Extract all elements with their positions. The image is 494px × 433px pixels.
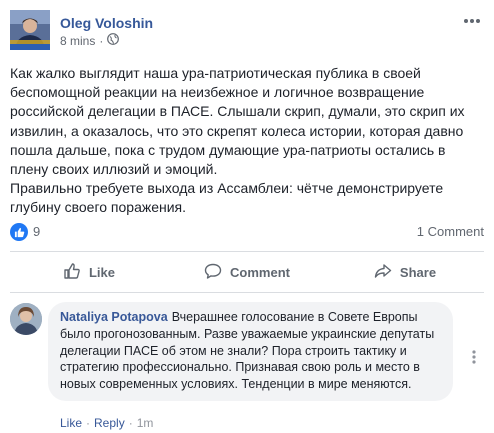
comment-bubble: Nataliya Potapova Вчерашнее голосование в… (48, 302, 453, 401)
author-avatar[interactable] (10, 10, 50, 50)
reactions-summary: 9 1 Comment (10, 222, 484, 242)
share-arrow-icon (374, 262, 392, 283)
like-button[interactable]: Like (10, 254, 168, 290)
commenter-avatar[interactable] (10, 303, 42, 335)
comment-count[interactable]: 1 Comment (417, 224, 484, 240)
divider (10, 251, 484, 252)
comment-options-icon[interactable] (466, 349, 482, 365)
divider (10, 292, 484, 293)
speech-bubble-icon (204, 262, 222, 283)
comment-time[interactable]: 1m (137, 415, 154, 431)
comment-action-separator: · (128, 416, 133, 430)
comment-button[interactable]: Comment (168, 254, 326, 290)
post-time[interactable]: 8 mins (60, 33, 95, 49)
share-button[interactable]: Share (326, 254, 484, 290)
globe-icon[interactable] (107, 33, 120, 49)
like-button-label: Like (88, 264, 115, 280)
more-options-icon[interactable] (462, 14, 482, 28)
commenter-name[interactable]: Nataliya Potapova (60, 310, 168, 324)
post-header: Oleg Voloshin 8 mins · (10, 10, 484, 54)
post-paragraph: Правильно требуете выхода из Ассамблеи: … (10, 180, 444, 216)
meta-separator: · (99, 34, 104, 48)
post-meta: 8 mins · (60, 33, 120, 49)
comment-action-separator: · (86, 416, 91, 430)
comment-reply-link[interactable]: Reply (94, 415, 125, 431)
post-paragraph: Как жалко выглядит наша ура-патриотическ… (10, 65, 465, 178)
comment-like-link[interactable]: Like (60, 415, 82, 431)
comment-button-label: Comment (230, 264, 290, 280)
post-body: Как жалко выглядит наша ура-патриотическ… (10, 64, 482, 218)
post-action-row: Like Comment Share (10, 254, 484, 290)
like-reaction-icon[interactable] (10, 223, 28, 241)
thumbs-up-icon (63, 262, 81, 283)
author-name[interactable]: Oleg Voloshin (60, 14, 153, 32)
comment-actions: Like · Reply · 1m (60, 415, 153, 431)
reaction-count[interactable]: 9 (33, 224, 40, 240)
share-button-label: Share (399, 264, 437, 280)
